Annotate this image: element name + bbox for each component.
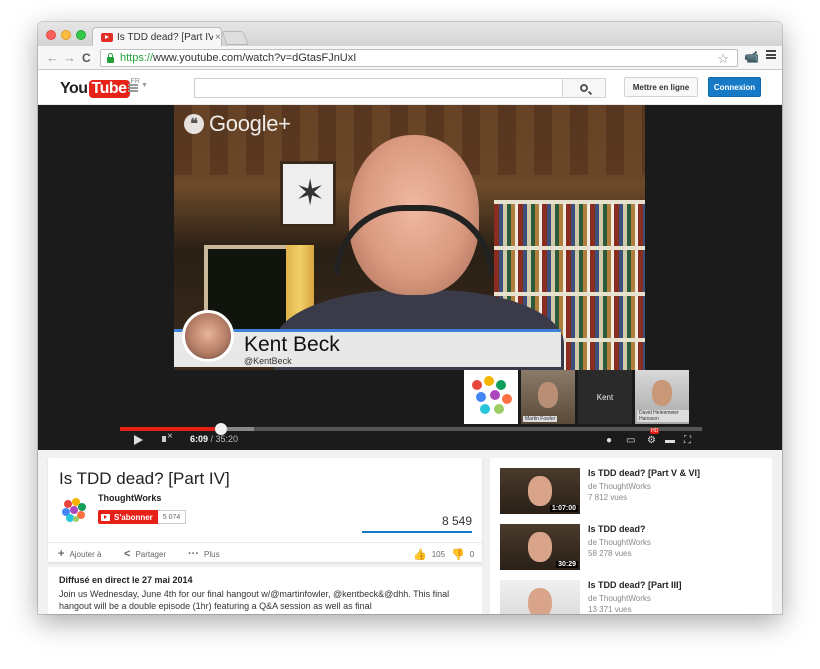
video-title: Is TDD dead? [Part IV] — [59, 469, 230, 488]
reload-icon[interactable]: C — [82, 50, 91, 66]
sentiment-bar — [362, 531, 472, 533]
add-to-button[interactable]: + Ajouter à — [58, 548, 101, 560]
search-icon — [580, 84, 588, 92]
view-count: 8 549 — [441, 514, 472, 528]
chevron-down-icon[interactable]: ▼ — [141, 82, 148, 89]
participant-thoughtworks[interactable] — [464, 370, 518, 424]
channel-avatar[interactable] — [60, 496, 88, 524]
participant-martin-fowler[interactable]: Martin Fowler — [521, 370, 575, 424]
subscribe-button[interactable]: S'abonner 5 074 — [98, 510, 187, 524]
dislike-button[interactable]: 👎 0 — [451, 548, 474, 561]
address-bar[interactable]: https://www.youtube.com/watch?v=dGtasFJn… — [100, 49, 738, 67]
fullscreen-icon[interactable]: ⛶ — [684, 435, 691, 446]
speaker-avatar — [182, 310, 234, 362]
related-channel: de ThoughtWorks — [588, 538, 651, 547]
speaker-name: Kent Beck — [244, 333, 340, 356]
related-thumbnail[interactable]: 30:29 — [500, 524, 580, 570]
youtube-icon — [101, 513, 110, 521]
channel-name[interactable]: ThoughtWorks — [98, 493, 161, 503]
extension-camera-icon[interactable]: 📹 — [744, 50, 759, 64]
share-icon: < — [124, 548, 131, 560]
related-video[interactable]: Is TDD dead? [Part III] de ThoughtWorks … — [500, 580, 764, 614]
related-title[interactable]: Is TDD dead? — [588, 524, 646, 534]
sign-in-button[interactable]: Connexion — [708, 77, 761, 97]
video-duration: 30:29 — [556, 561, 578, 568]
related-views: 7 812 vues — [588, 493, 628, 502]
related-thumbnail[interactable] — [500, 580, 580, 614]
google-plus-watermark: ❝ Google+ — [184, 111, 291, 137]
hangout-participants: Martin Fowler Kent David Heinemeier Hans… — [464, 370, 689, 424]
related-channel: de ThoughtWorks — [588, 482, 651, 491]
related-thumbnail[interactable]: 1:07:00 — [500, 468, 580, 514]
theater-mode-icon[interactable]: ▬ — [665, 435, 675, 446]
video-player[interactable]: ❝ Google+ Kent Beck @KentBeck Mart — [38, 105, 782, 450]
action-row: + Ajouter à < Partager ··· Plus 👍 105 👎 0 — [48, 542, 482, 561]
browser-tab[interactable]: Is TDD dead? [Part IV] - You × — [92, 27, 222, 46]
related-views: 13 371 vues — [588, 605, 632, 614]
tab-close-icon[interactable]: × — [215, 32, 221, 43]
hangouts-icon: ❝ — [184, 114, 204, 134]
plus-icon: + — [58, 548, 65, 560]
time-display: 6:09 / 35:20 — [190, 434, 239, 444]
browser-toolbar: ← → C https://www.youtube.com/watch?v=dG… — [38, 46, 782, 70]
participant-dhh[interactable]: David Heinemeier Hansson — [635, 370, 689, 424]
speaker-handle: @KentBeck — [244, 356, 292, 366]
lock-icon — [107, 52, 114, 63]
thumbs-down-icon: 👎 — [451, 549, 465, 561]
tab-title: Is TDD dead? [Part IV] - You — [117, 31, 213, 43]
player-controls: 6:09 / 35:20 ● ▭ ⚙ HD ▬ ⛶ — [120, 428, 702, 449]
subscriber-count: 5 074 — [157, 510, 187, 524]
share-button[interactable]: < Partager — [124, 548, 166, 560]
forward-arrow-icon[interactable]: → — [63, 50, 76, 66]
description-text: Join us Wednesday, June 4th for our fina… — [59, 589, 450, 611]
browser-window: Is TDD dead? [Part IV] - You × ← → C htt… — [38, 22, 782, 614]
related-channel: de ThoughtWorks — [588, 594, 651, 603]
search-button[interactable] — [562, 78, 606, 98]
description-card: Diffusé en direct le 27 mai 2014 Join us… — [48, 567, 482, 614]
url-text: https://www.youtube.com/watch?v=dGtasFJn… — [120, 52, 357, 64]
youtube-favicon-icon — [101, 32, 113, 42]
related-video[interactable]: 1:07:00 Is TDD dead? [Part V & VI] de Th… — [500, 468, 764, 514]
related-title[interactable]: Is TDD dead? [Part III] — [588, 580, 682, 590]
settings-gear-icon[interactable]: ⚙ — [647, 435, 656, 446]
thumbs-up-icon: 👍 — [413, 549, 427, 561]
mute-icon[interactable] — [162, 431, 173, 442]
back-arrow-icon[interactable]: ← — [46, 50, 59, 66]
guide-menu-icon[interactable] — [128, 84, 138, 92]
video-info-card: Is TDD dead? [Part IV] ThoughtWorks S'ab… — [48, 458, 482, 562]
more-button[interactable]: ··· Plus — [188, 548, 220, 560]
search-input[interactable] — [194, 78, 562, 98]
youtube-header: You Tube FR ▼ Mettre en ligne Connexion — [38, 71, 782, 105]
participant-kent[interactable]: Kent — [578, 370, 632, 424]
zoom-window-button[interactable] — [76, 30, 86, 40]
play-icon[interactable] — [134, 435, 143, 445]
related-views: 58 278 vues — [588, 549, 632, 558]
publish-date: Diffusé en direct le 27 mai 2014 — [59, 575, 193, 585]
video-duration: 1:07:00 — [549, 505, 578, 512]
annotations-icon[interactable]: ● — [606, 435, 612, 446]
close-window-button[interactable] — [46, 30, 56, 40]
minimize-window-button[interactable] — [61, 30, 71, 40]
upload-button[interactable]: Mettre en ligne — [624, 77, 698, 97]
browser-menu-icon[interactable] — [766, 50, 776, 59]
video-frame[interactable]: ❝ Google+ Kent Beck @KentBeck — [174, 105, 645, 370]
new-tab-button[interactable] — [221, 31, 249, 45]
related-videos: 1:07:00 Is TDD dead? [Part V & VI] de Th… — [490, 458, 772, 614]
more-dots-icon: ··· — [188, 548, 199, 560]
related-video[interactable]: 30:29 Is TDD dead? de ThoughtWorks 58 27… — [500, 524, 764, 570]
speaker-lower-third: Kent Beck @KentBeck — [174, 310, 561, 367]
related-title[interactable]: Is TDD dead? [Part V & VI] — [588, 468, 700, 478]
progress-bar[interactable] — [120, 423, 702, 435]
like-button[interactable]: 👍 105 — [413, 548, 445, 561]
hd-badge: HD — [650, 428, 660, 434]
wall-poster — [280, 161, 336, 227]
bookmark-star-icon[interactable]: ☆ — [717, 50, 729, 67]
captions-icon[interactable]: ▭ — [626, 435, 635, 446]
tab-strip: Is TDD dead? [Part IV] - You × — [38, 22, 782, 46]
